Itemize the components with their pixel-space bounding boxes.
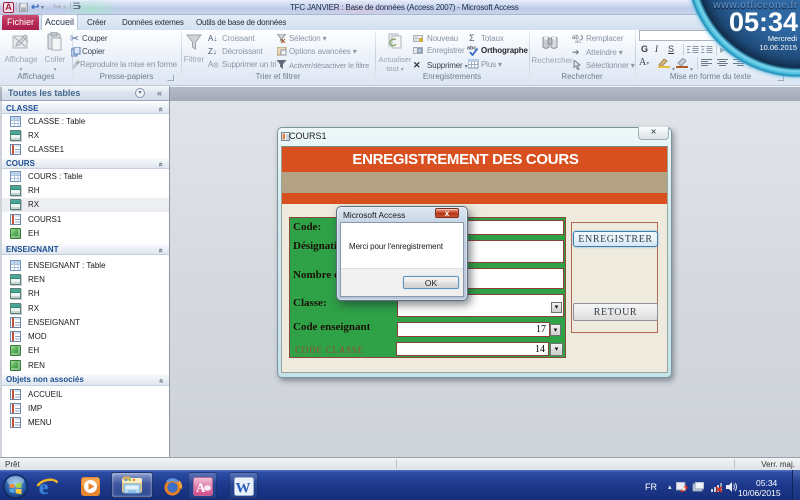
svg-text:A⦻: A⦻ [208, 60, 219, 69]
svg-text:ac: ac [575, 39, 581, 43]
svg-text:e: e [39, 475, 48, 498]
svg-text:W: W [236, 481, 251, 497]
svg-text:A↓: A↓ [208, 34, 217, 43]
svg-text:Z↓: Z↓ [208, 47, 217, 56]
